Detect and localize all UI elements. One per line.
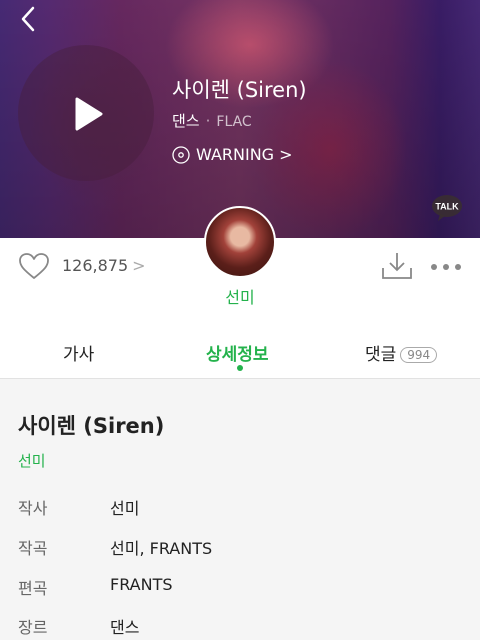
play-icon[interactable]: [74, 96, 104, 132]
album-name: WARNING: [196, 145, 275, 164]
song-title: 사이렌 (Siren): [172, 78, 307, 102]
talk-label: TALK: [435, 202, 459, 212]
song-format: FLAC: [216, 114, 252, 130]
active-tab-indicator: [237, 365, 243, 371]
tab-comments-label: 댓글: [365, 345, 397, 365]
more-icon[interactable]: [430, 263, 462, 271]
artist-name[interactable]: 선미: [0, 284, 480, 308]
heart-icon[interactable]: [18, 252, 50, 280]
detail-artist-link[interactable]: 선미: [18, 450, 46, 471]
album-chevron: >: [279, 145, 293, 164]
tab-lyrics[interactable]: 가사: [63, 340, 94, 365]
detail-song-title: 사이렌 (Siren): [18, 414, 165, 438]
credit-value: 댄스: [110, 618, 140, 637]
credit-label: 작곡: [18, 539, 48, 558]
tab-details[interactable]: 상세정보: [206, 340, 269, 365]
credit-value: 선미, FRANTS: [110, 539, 213, 558]
credit-label: 장르: [18, 618, 48, 637]
song-meta: 댄스 · FLAC: [172, 110, 252, 131]
back-chevron-icon[interactable]: [14, 4, 44, 34]
credit-label: 작사: [18, 499, 48, 518]
credit-value: 선미: [110, 499, 140, 518]
like-chevron: >: [132, 256, 146, 275]
comment-count-badge: 994: [400, 347, 438, 363]
like-count-value: 126,875: [62, 256, 129, 275]
artist-avatar[interactable]: [204, 206, 276, 278]
album-link[interactable]: WARNING >: [172, 145, 293, 164]
credit-label: 편곡: [18, 579, 48, 598]
tab-comments[interactable]: 댓글 994: [365, 340, 438, 365]
disc-icon: [172, 145, 190, 164]
kakao-talk-icon[interactable]: TALK: [431, 194, 463, 222]
download-icon[interactable]: [380, 250, 414, 282]
credit-value: FRANTS: [110, 575, 173, 594]
song-genre: 댄스: [172, 112, 200, 130]
meta-separator: ·: [205, 112, 211, 130]
like-count[interactable]: 126,875 >: [62, 256, 146, 275]
